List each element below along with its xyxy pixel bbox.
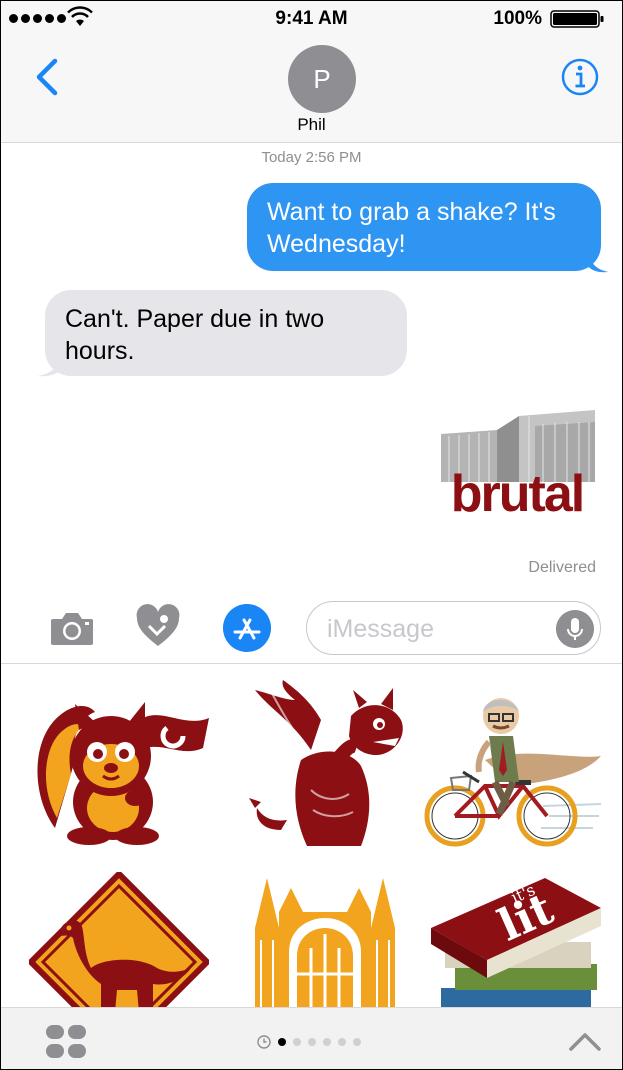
page-dot[interactable]	[353, 1038, 361, 1046]
chapel-sticker[interactable]	[247, 868, 403, 1007]
incoming-bubble-tail	[37, 353, 61, 377]
brutal-sticker-text: brutal	[450, 465, 585, 523]
message-input-bar	[1, 587, 622, 663]
delivery-status: Delivered	[528, 559, 596, 576]
contact-name[interactable]: Phil	[1, 115, 622, 135]
incoming-message-bubble[interactable]: Can't. Paper due in two hours.	[45, 290, 407, 376]
page-dot[interactable]	[278, 1038, 286, 1046]
page-dot[interactable]	[293, 1038, 301, 1046]
app-drawer-bar	[1, 1007, 622, 1069]
messages-screen: 9:41 AM 100% P Phil Today 2:56 PM Want t…	[0, 0, 623, 1070]
squirrel-flag-sticker[interactable]	[25, 678, 217, 848]
microphone-icon[interactable]	[556, 610, 594, 648]
battery-percent: 100%	[493, 8, 542, 29]
avatar[interactable]: P	[288, 45, 356, 113]
recents-clock-icon[interactable]	[257, 1035, 271, 1049]
battery-icon	[550, 10, 604, 28]
app-store-icon[interactable]	[223, 604, 271, 652]
chevron-left-icon[interactable]	[31, 57, 65, 97]
page-indicator[interactable]	[257, 1034, 361, 1050]
chevron-up-icon[interactable]	[568, 1028, 602, 1054]
page-dot[interactable]	[338, 1038, 346, 1046]
lit-book-stack-sticker[interactable]: it's lit	[425, 868, 607, 1007]
message-timestamp: Today 2:56 PM	[261, 149, 362, 166]
info-icon[interactable]	[560, 57, 600, 97]
outgoing-message-bubble[interactable]: Want to grab a shake? It's Wednesday!	[247, 183, 601, 271]
app-grid-icon[interactable]	[45, 1024, 87, 1060]
dinosaur-crossing-sign-sticker[interactable]	[29, 872, 209, 1007]
page-dot[interactable]	[308, 1038, 316, 1046]
sticker-drawer: it's lit	[1, 663, 622, 1007]
imessage-field[interactable]	[306, 601, 601, 655]
page-dot[interactable]	[323, 1038, 331, 1046]
status-bar: 9:41 AM 100%	[1, 1, 622, 37]
camera-icon[interactable]	[49, 609, 95, 647]
imessage-input[interactable]	[327, 612, 537, 646]
digital-touch-icon[interactable]	[135, 604, 181, 648]
gargoyle-sticker[interactable]	[241, 680, 411, 850]
professor-bicycle-sticker[interactable]	[423, 686, 603, 854]
outgoing-bubble-tail	[587, 249, 609, 273]
brutal-sticker-message[interactable]: brutal	[425, 406, 609, 526]
conversation-header: P Phil	[1, 37, 622, 143]
